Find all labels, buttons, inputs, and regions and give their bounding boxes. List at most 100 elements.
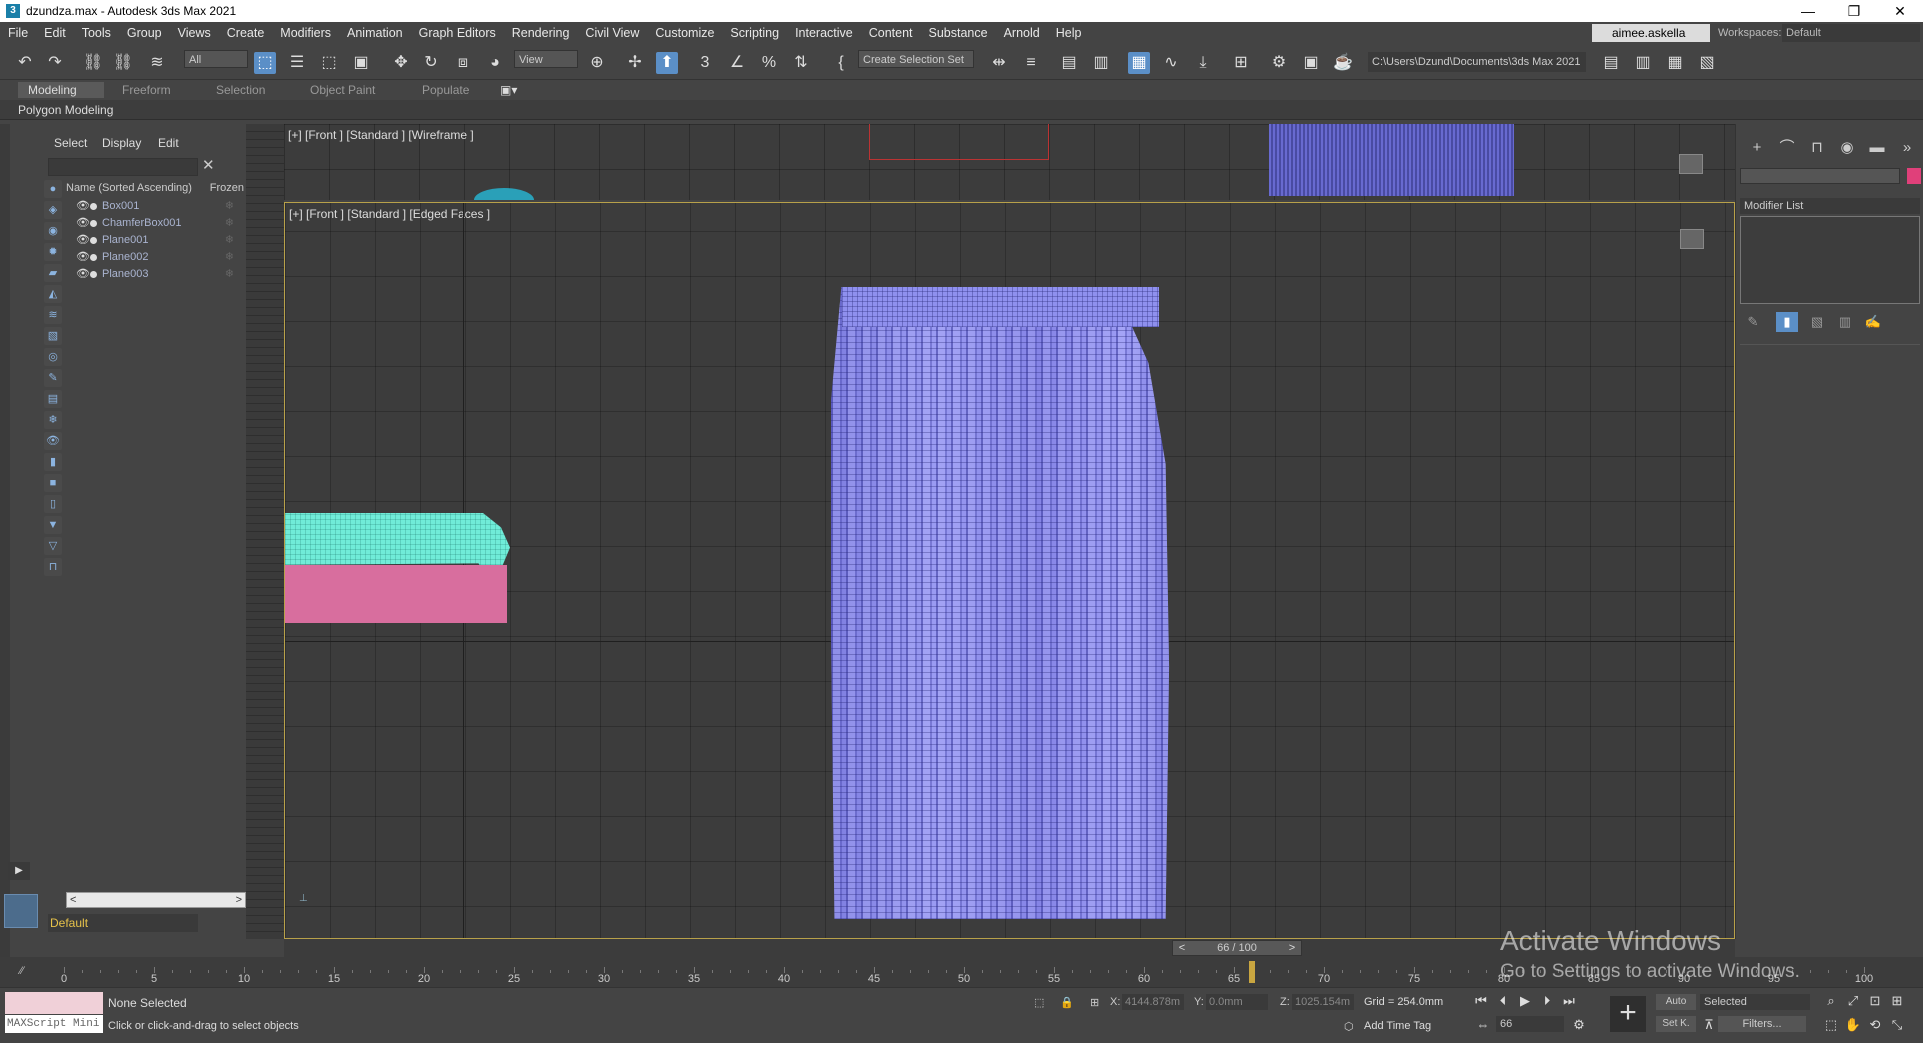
menu-views[interactable]: Views bbox=[170, 26, 219, 40]
minimize-button[interactable]: — bbox=[1785, 0, 1831, 22]
schematic-view-icon[interactable]: ⤓ bbox=[1192, 52, 1214, 74]
percent-snap-icon[interactable]: % bbox=[758, 52, 780, 74]
display-lights-icon[interactable]: ✹ bbox=[44, 243, 62, 261]
zoom-extents-all-icon[interactable]: ⊞ bbox=[1888, 992, 1906, 1010]
create-tab-icon[interactable]: + bbox=[1746, 138, 1768, 158]
user-account-dropdown[interactable]: aimee.askella bbox=[1592, 24, 1710, 42]
field-of-view-icon[interactable]: ⬚ bbox=[1822, 1016, 1840, 1034]
zoom-extents-icon[interactable]: ⊡ bbox=[1866, 992, 1884, 1010]
clear-search-icon[interactable]: ✕ bbox=[202, 156, 215, 174]
scene-horizontal-scrollbar[interactable]: < > bbox=[66, 892, 246, 908]
zoom-all-icon[interactable]: ⤢ bbox=[1844, 992, 1862, 1010]
toggle-scene-explorer-icon[interactable]: ▤ bbox=[1058, 52, 1080, 74]
box-wireframe[interactable] bbox=[869, 124, 1049, 160]
display-all-icon[interactable]: ● bbox=[44, 180, 62, 198]
expand-strip-icon[interactable]: ▶ bbox=[8, 862, 30, 880]
time-configuration-icon[interactable]: ⚙ bbox=[1570, 1016, 1588, 1034]
select-manipulate-icon[interactable]: ✢ bbox=[624, 52, 646, 74]
current-layer-field[interactable]: Default bbox=[48, 914, 198, 932]
align-icon[interactable]: ≡ bbox=[1020, 52, 1042, 74]
freeze-icon[interactable]: ❄ bbox=[225, 215, 234, 232]
menu-help[interactable]: Help bbox=[1048, 26, 1090, 40]
y-coord-field[interactable]: 0.0mm bbox=[1206, 994, 1268, 1010]
scroll-left-icon[interactable]: < bbox=[70, 893, 76, 907]
viewcube-icon[interactable] bbox=[1680, 229, 1704, 249]
scale-icon[interactable]: ⧈ bbox=[452, 52, 474, 74]
undo-icon[interactable]: ↶ bbox=[14, 52, 36, 74]
set-key-button[interactable]: Set K. bbox=[1656, 1016, 1696, 1032]
toggle-ribbon-icon[interactable]: ▦ bbox=[1128, 52, 1150, 74]
viewport-main[interactable]: [+] [Front ] [Standard ] [Edged Faces ] … bbox=[284, 202, 1735, 939]
close-button[interactable]: ✕ bbox=[1877, 0, 1923, 22]
key-filters-icon[interactable]: ⊼ bbox=[1700, 1016, 1718, 1034]
rendered-frame-window-icon[interactable]: ▣ bbox=[1300, 52, 1322, 74]
object-color-swatch[interactable] bbox=[1907, 168, 1921, 184]
scene-object-row[interactable]: 👁 Box001 ❄ bbox=[66, 198, 244, 215]
visibility-eye-icon[interactable]: 👁 bbox=[76, 249, 90, 266]
display-none-icon[interactable]: ■ bbox=[44, 474, 62, 492]
scroll-right-icon[interactable]: > bbox=[236, 893, 242, 907]
angle-snap-icon[interactable]: ∠ bbox=[726, 52, 748, 74]
next-frame-icon[interactable]: ⏵ bbox=[1538, 992, 1556, 1010]
window-crossing-icon[interactable]: ▣ bbox=[350, 52, 372, 74]
project-settings-icon[interactable]: ▧ bbox=[1696, 52, 1718, 74]
toggle-layer-explorer-icon[interactable]: ▥ bbox=[1090, 52, 1112, 74]
hierarchy-tab-icon[interactable]: ⊓ bbox=[1806, 138, 1828, 158]
modifier-stack[interactable] bbox=[1740, 216, 1920, 304]
next-frame-icon[interactable]: > bbox=[1285, 941, 1299, 955]
pin-stack-icon[interactable]: ✎ bbox=[1742, 312, 1764, 332]
time-tag-icon[interactable]: ⬡ bbox=[1344, 1020, 1354, 1033]
maxscript-mini-input[interactable]: MAXScript Mini bbox=[5, 1015, 103, 1033]
x-coord-field[interactable]: 4144.878m bbox=[1122, 994, 1184, 1010]
project-folder-path[interactable]: C:\Users\Dzund\Documents\3ds Max 2021 bbox=[1368, 52, 1586, 72]
display-geometry-icon[interactable]: ◈ bbox=[44, 201, 62, 219]
pan-icon[interactable]: ✋ bbox=[1844, 1016, 1862, 1034]
display-hidden-icon[interactable]: 👁 bbox=[44, 432, 62, 450]
keyboard-shortcut-override-icon[interactable]: ⬆ bbox=[656, 52, 678, 74]
ribbon-options-icon[interactable]: ▣▾ bbox=[490, 82, 527, 98]
previous-frame-icon[interactable]: < bbox=[1175, 941, 1189, 955]
maximize-viewport-icon[interactable]: ⤡ bbox=[1888, 1016, 1906, 1034]
selection-filter-dropdown[interactable]: All bbox=[184, 50, 248, 68]
visibility-eye-icon[interactable]: 👁 bbox=[76, 198, 90, 215]
menu-arnold[interactable]: Arnold bbox=[996, 26, 1048, 40]
ribbon-panel-title[interactable]: Polygon Modeling bbox=[18, 103, 113, 117]
chamferbox-object[interactable] bbox=[285, 565, 507, 623]
panel-divider[interactable] bbox=[1740, 344, 1920, 345]
menu-file[interactable]: File bbox=[0, 26, 36, 40]
edit-named-selection-icon[interactable]: { bbox=[830, 52, 852, 74]
scene-search-input[interactable] bbox=[48, 158, 198, 176]
menu-tools[interactable]: Tools bbox=[74, 26, 119, 40]
mirror-icon[interactable]: ⇹ bbox=[988, 52, 1010, 74]
move-icon[interactable]: ✥ bbox=[390, 52, 412, 74]
curve-editor-icon[interactable]: ∿ bbox=[1160, 52, 1182, 74]
scene-list-header[interactable]: Name (Sorted Ascending) Frozen bbox=[66, 180, 244, 196]
display-shapes-icon[interactable]: ◉ bbox=[44, 222, 62, 240]
viewport-layout-icon[interactable] bbox=[4, 894, 38, 928]
maxscript-listener[interactable] bbox=[5, 992, 103, 1014]
hierarchy-icon[interactable]: ⊓ bbox=[44, 558, 62, 576]
mini-curve-editor-icon[interactable]: ⁄∕ bbox=[20, 965, 24, 977]
menu-customize[interactable]: Customize bbox=[647, 26, 722, 40]
make-unique-icon[interactable]: ▧ bbox=[1806, 312, 1828, 332]
ribbon-tab-populate[interactable]: Populate bbox=[412, 82, 479, 98]
display-groups-icon[interactable]: ▧ bbox=[44, 327, 62, 345]
orbit-icon[interactable]: ⟲ bbox=[1866, 1016, 1884, 1034]
column-frozen-header[interactable]: Frozen bbox=[210, 180, 244, 196]
render-dot-icon[interactable] bbox=[90, 237, 97, 244]
unlink-icon[interactable]: ⛓ bbox=[112, 52, 134, 74]
display-tab-icon[interactable]: ▬ bbox=[1866, 138, 1888, 158]
select-by-name-icon[interactable]: ☰ bbox=[286, 52, 308, 74]
reference-coordinate-dropdown[interactable]: View bbox=[514, 50, 578, 68]
material-editor-icon[interactable]: ⊞ bbox=[1230, 52, 1252, 74]
selection-lock-icon[interactable]: 🔒 bbox=[1060, 996, 1074, 1009]
scene-object-row[interactable]: 👁 ChamferBox001 ❄ bbox=[66, 215, 244, 232]
display-bones-icon[interactable]: ✎ bbox=[44, 369, 62, 387]
visibility-eye-icon[interactable]: 👁 bbox=[76, 232, 90, 249]
object-name-input[interactable] bbox=[1740, 168, 1900, 184]
pivot-center-icon[interactable]: ⊕ bbox=[586, 52, 608, 74]
scene-explorer-tab-edit[interactable]: Edit bbox=[158, 136, 179, 150]
project-save-icon[interactable]: ▦ bbox=[1664, 52, 1686, 74]
workspace-dropdown[interactable]: Default bbox=[1782, 24, 1920, 42]
menu-substance[interactable]: Substance bbox=[921, 26, 996, 40]
